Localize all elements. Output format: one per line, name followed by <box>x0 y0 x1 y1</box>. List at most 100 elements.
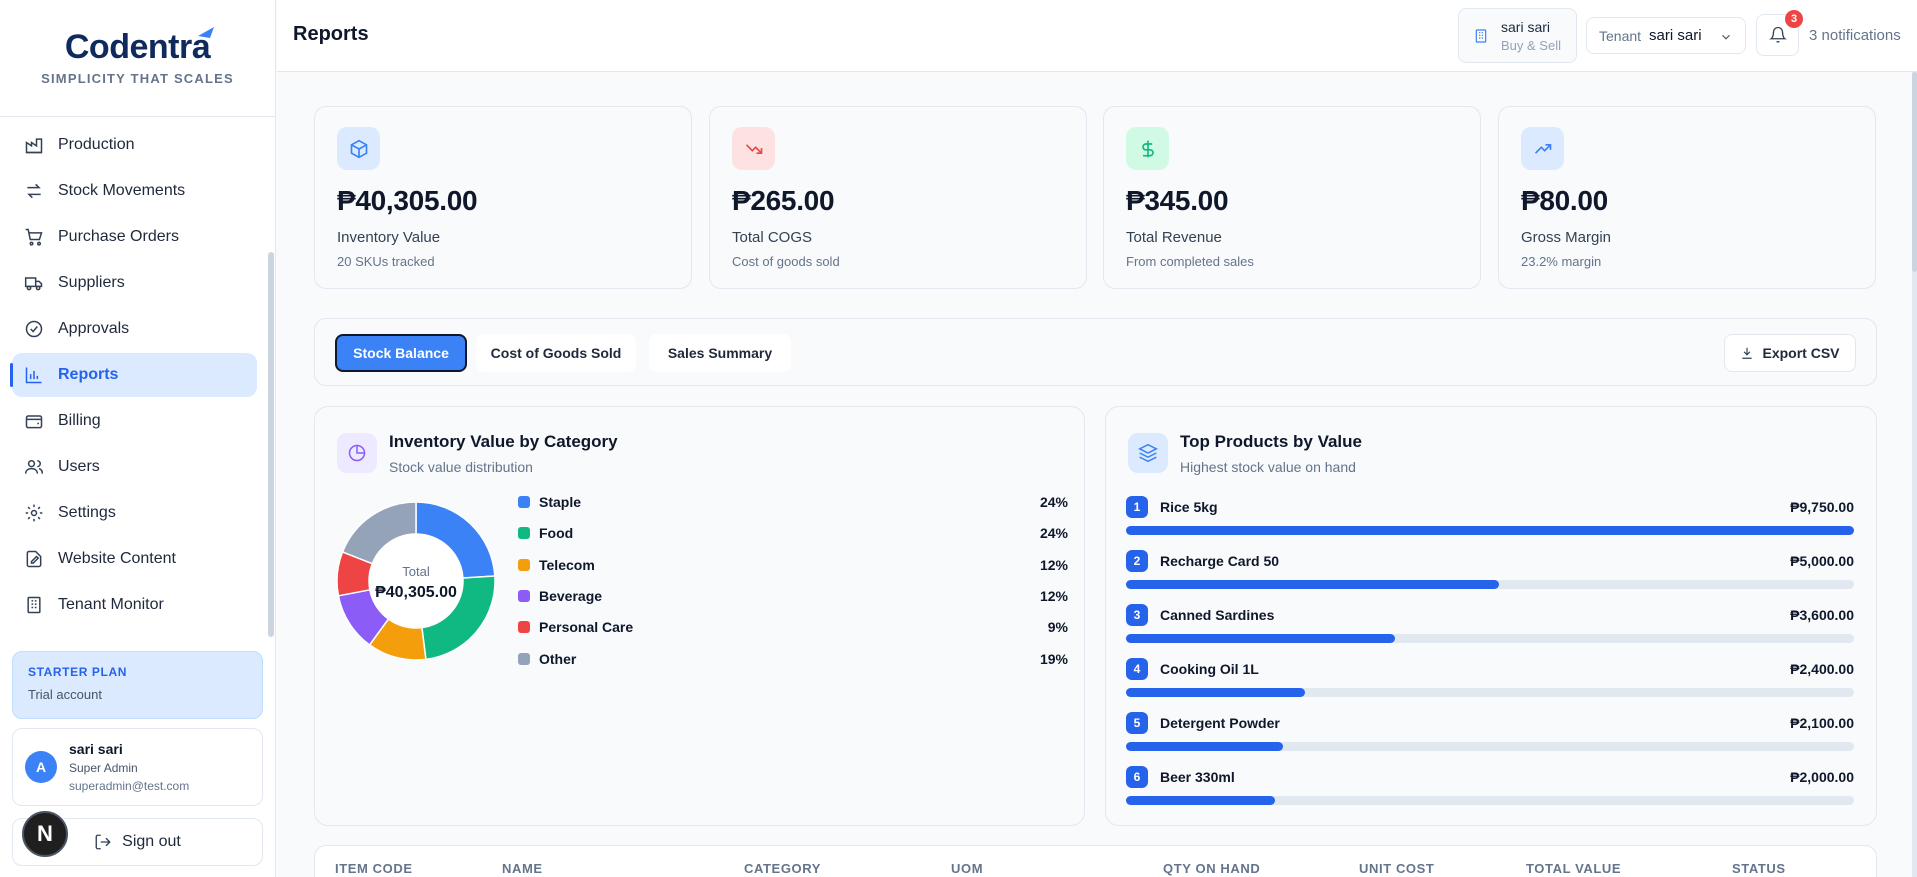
legend-percent: 19% <box>1039 650 1068 667</box>
tab-cost-of-goods-sold[interactable]: Cost of Goods Sold <box>476 334 636 372</box>
sidebar-item-label: Website Content <box>58 550 176 567</box>
dev-tools-badge[interactable]: N <box>22 811 68 857</box>
sign-out-label: Sign out <box>122 833 181 850</box>
plan-card: STARTER PLAN Trial account <box>12 651 263 719</box>
stat-subtitle: 23.2% margin <box>1521 254 1602 269</box>
sidebar-item-label: Purchase Orders <box>58 228 179 245</box>
notifications-text[interactable]: 3 notifications <box>1809 27 1901 44</box>
chevron-down-icon <box>1722 34 1730 40</box>
category-donut-chart[interactable] <box>337 502 495 660</box>
edit-file-icon <box>26 550 42 568</box>
stat-card-gross-margin: ₱80.00 Gross Margin 23.2% margin <box>1498 106 1876 289</box>
legend-item: Telecom 12% <box>518 555 1068 575</box>
product-name: Rice 5kg <box>1160 499 1218 515</box>
panel-subtitle: Highest stock value on hand <box>1180 459 1356 475</box>
product-value: ₱3,600.00 <box>1790 607 1854 623</box>
sidebar-item-tenant-monitor[interactable]: Tenant Monitor <box>12 583 257 627</box>
column-header-name[interactable]: NAME <box>502 861 543 876</box>
tenant-label: Tenant <box>1599 27 1642 44</box>
column-header-status[interactable]: STATUS <box>1732 861 1786 876</box>
product-bar-track <box>1126 742 1854 751</box>
sidebar-item-label: Settings <box>58 504 116 521</box>
product-bar-fill <box>1126 796 1276 805</box>
product-bar-track <box>1126 580 1854 589</box>
sidebar-item-purchase-orders[interactable]: Purchase Orders <box>12 215 257 259</box>
product-name: Detergent Powder <box>1160 715 1280 731</box>
main-scrollbar[interactable] <box>1912 72 1917 877</box>
legend-swatch <box>518 652 530 665</box>
donut-total-label: Total <box>402 564 430 579</box>
product-rank-badge: 1 <box>1126 496 1148 518</box>
top-products-panel: Top Products by Value Highest stock valu… <box>1105 406 1877 826</box>
product-value: ₱9,750.00 <box>1790 499 1854 515</box>
legend-item: Other 19% <box>518 649 1068 669</box>
sidebar: Codentra SIMPLICITY THAT SCALES Producti… <box>0 0 276 877</box>
column-header-item-code[interactable]: ITEM CODE <box>335 861 413 876</box>
legend-item: Food 24% <box>518 523 1068 543</box>
gear-icon <box>25 504 43 522</box>
brand-logo[interactable]: Codentra <box>65 27 215 67</box>
product-row: 5 Detergent Powder ₱2,100.00 <box>1126 712 1854 752</box>
logo-arrow-icon <box>198 27 215 38</box>
column-header-unit-cost[interactable]: UNIT COST <box>1359 861 1434 876</box>
store-name: sari sari <box>1501 18 1551 35</box>
tenant-select[interactable]: Tenant sari sari <box>1586 17 1746 54</box>
product-row: 2 Recharge Card 50 ₱5,000.00 <box>1126 550 1854 590</box>
column-header-category[interactable]: CATEGORY <box>744 861 821 876</box>
stat-card-total-cogs: ₱265.00 Total COGS Cost of goods sold <box>709 106 1087 289</box>
brand: Codentra SIMPLICITY THAT SCALES <box>0 0 275 117</box>
product-rank-badge: 4 <box>1126 658 1148 680</box>
stat-card-total-revenue: ₱345.00 Total Revenue From completed sal… <box>1103 106 1481 289</box>
donut-total-value: ₱40,305.00 <box>375 584 457 601</box>
plan-subtitle: Trial account <box>28 687 102 702</box>
sidebar-item-production[interactable]: Production <box>12 123 257 167</box>
stat-label: Inventory Value <box>337 229 441 246</box>
sidebar-scrollbar[interactable] <box>268 252 274 637</box>
product-bar-fill <box>1126 634 1395 643</box>
box-icon <box>337 127 380 170</box>
sidebar-item-billing[interactable]: Billing <box>12 399 257 443</box>
stat-label: Total Revenue <box>1126 229 1222 246</box>
panel-title: Inventory Value by Category <box>389 432 618 451</box>
sidebar-item-suppliers[interactable]: Suppliers <box>12 261 257 305</box>
download-icon <box>1742 347 1753 359</box>
store-switcher[interactable]: sari sari Buy & Sell <box>1458 8 1577 63</box>
product-name: Recharge Card 50 <box>1160 553 1280 569</box>
wallet-icon <box>25 415 43 429</box>
column-header-qty-on-hand[interactable]: QTY ON HAND <box>1163 861 1260 876</box>
product-bar-fill <box>1126 742 1283 751</box>
stat-label: Gross Margin <box>1521 229 1612 246</box>
sidebar-item-website-content[interactable]: Website Content <box>12 537 257 581</box>
layers-icon <box>1128 433 1168 473</box>
product-bar-fill <box>1126 526 1854 535</box>
stat-value: ₱265.00 <box>732 185 835 216</box>
brand-tagline: SIMPLICITY THAT SCALES <box>41 71 234 86</box>
sidebar-item-settings[interactable]: Settings <box>12 491 257 535</box>
legend-label: Other <box>539 650 577 667</box>
product-value: ₱2,000.00 <box>1790 769 1854 785</box>
panel-title: Top Products by Value <box>1180 432 1362 451</box>
product-name: Beer 330ml <box>1160 769 1235 785</box>
sidebar-item-stock-movements[interactable]: Stock Movements <box>12 169 257 213</box>
stat-subtitle: From completed sales <box>1126 254 1254 269</box>
sidebar-item-approvals[interactable]: Approvals <box>12 307 257 351</box>
tab-stock-balance[interactable]: Stock Balance <box>335 334 467 372</box>
sidebar-item-users[interactable]: Users <box>12 445 257 489</box>
product-bar-fill <box>1126 580 1500 589</box>
column-header-uom[interactable]: UOM <box>951 861 983 876</box>
product-name: Canned Sardines <box>1160 607 1275 623</box>
notifications-button[interactable]: 3 <box>1756 10 1803 56</box>
tab-sales-summary[interactable]: Sales Summary <box>649 334 791 372</box>
column-header-total-value[interactable]: TOTAL VALUE <box>1526 861 1621 876</box>
stat-value: ₱345.00 <box>1126 185 1229 216</box>
trend-up-icon <box>1521 127 1564 170</box>
bar-chart-icon <box>25 367 42 384</box>
export-csv-button[interactable]: Export CSV <box>1724 334 1856 372</box>
notification-count-badge: 3 <box>1785 10 1803 28</box>
donut-hole <box>369 534 463 628</box>
user-card[interactable]: A sari sari Super Admin superadmin@test.… <box>12 728 263 806</box>
sidebar-item-reports[interactable]: Reports <box>10 353 257 397</box>
legend-percent: 9% <box>1047 619 1068 636</box>
inventory-by-category-panel: Inventory Value by Category Stock value … <box>314 406 1085 826</box>
avatar: A <box>25 751 57 783</box>
